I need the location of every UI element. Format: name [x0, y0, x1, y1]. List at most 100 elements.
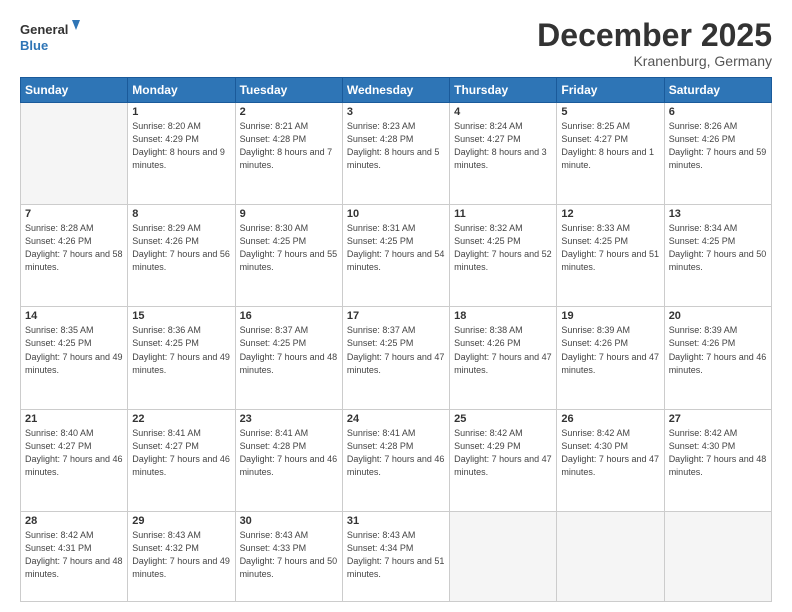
- table-row: 26 Sunrise: 8:42 AMSunset: 4:30 PMDaylig…: [557, 409, 664, 511]
- day-number: 5: [561, 106, 659, 118]
- day-info: Sunrise: 8:38 AMSunset: 4:26 PMDaylight:…: [454, 324, 552, 376]
- page: General Blue December 2025 Kranenburg, G…: [0, 0, 792, 612]
- day-info: Sunrise: 8:37 AMSunset: 4:25 PMDaylight:…: [240, 324, 338, 376]
- day-number: 3: [347, 106, 445, 118]
- logo-svg: General Blue: [20, 18, 80, 56]
- day-info: Sunrise: 8:42 AMSunset: 4:30 PMDaylight:…: [561, 427, 659, 479]
- title-block: December 2025 Kranenburg, Germany: [537, 18, 772, 69]
- day-info: Sunrise: 8:37 AMSunset: 4:25 PMDaylight:…: [347, 324, 445, 376]
- day-info: Sunrise: 8:42 AMSunset: 4:30 PMDaylight:…: [669, 427, 767, 479]
- table-row: 16 Sunrise: 8:37 AMSunset: 4:25 PMDaylig…: [235, 307, 342, 409]
- day-number: 31: [347, 515, 445, 527]
- month-title: December 2025: [537, 18, 772, 53]
- day-info: Sunrise: 8:43 AMSunset: 4:32 PMDaylight:…: [132, 529, 230, 581]
- day-info: Sunrise: 8:23 AMSunset: 4:28 PMDaylight:…: [347, 120, 445, 172]
- table-row: [450, 511, 557, 601]
- day-number: 4: [454, 106, 552, 118]
- day-number: 7: [25, 208, 123, 220]
- day-info: Sunrise: 8:41 AMSunset: 4:28 PMDaylight:…: [240, 427, 338, 479]
- day-info: Sunrise: 8:42 AMSunset: 4:29 PMDaylight:…: [454, 427, 552, 479]
- day-info: Sunrise: 8:43 AMSunset: 4:34 PMDaylight:…: [347, 529, 445, 581]
- day-info: Sunrise: 8:36 AMSunset: 4:25 PMDaylight:…: [132, 324, 230, 376]
- table-row: 19 Sunrise: 8:39 AMSunset: 4:26 PMDaylig…: [557, 307, 664, 409]
- table-row: 6 Sunrise: 8:26 AMSunset: 4:26 PMDayligh…: [664, 103, 771, 205]
- day-info: Sunrise: 8:40 AMSunset: 4:27 PMDaylight:…: [25, 427, 123, 479]
- day-info: Sunrise: 8:26 AMSunset: 4:26 PMDaylight:…: [669, 120, 767, 172]
- table-row: 28 Sunrise: 8:42 AMSunset: 4:31 PMDaylig…: [21, 511, 128, 601]
- day-info: Sunrise: 8:25 AMSunset: 4:27 PMDaylight:…: [561, 120, 659, 172]
- table-row: 31 Sunrise: 8:43 AMSunset: 4:34 PMDaylig…: [342, 511, 449, 601]
- col-saturday: Saturday: [664, 78, 771, 103]
- table-row: 14 Sunrise: 8:35 AMSunset: 4:25 PMDaylig…: [21, 307, 128, 409]
- day-number: 14: [25, 310, 123, 322]
- table-row: 18 Sunrise: 8:38 AMSunset: 4:26 PMDaylig…: [450, 307, 557, 409]
- day-info: Sunrise: 8:41 AMSunset: 4:28 PMDaylight:…: [347, 427, 445, 479]
- day-number: 15: [132, 310, 230, 322]
- day-number: 12: [561, 208, 659, 220]
- col-friday: Friday: [557, 78, 664, 103]
- svg-text:General: General: [20, 22, 68, 37]
- table-row: 21 Sunrise: 8:40 AMSunset: 4:27 PMDaylig…: [21, 409, 128, 511]
- day-info: Sunrise: 8:33 AMSunset: 4:25 PMDaylight:…: [561, 222, 659, 274]
- table-row: 7 Sunrise: 8:28 AMSunset: 4:26 PMDayligh…: [21, 205, 128, 307]
- col-tuesday: Tuesday: [235, 78, 342, 103]
- day-number: 6: [669, 106, 767, 118]
- table-row: 4 Sunrise: 8:24 AMSunset: 4:27 PMDayligh…: [450, 103, 557, 205]
- table-row: 24 Sunrise: 8:41 AMSunset: 4:28 PMDaylig…: [342, 409, 449, 511]
- day-number: 10: [347, 208, 445, 220]
- day-number: 27: [669, 413, 767, 425]
- day-number: 24: [347, 413, 445, 425]
- table-row: 1 Sunrise: 8:20 AMSunset: 4:29 PMDayligh…: [128, 103, 235, 205]
- day-number: 9: [240, 208, 338, 220]
- table-row: 17 Sunrise: 8:37 AMSunset: 4:25 PMDaylig…: [342, 307, 449, 409]
- day-number: 1: [132, 106, 230, 118]
- day-info: Sunrise: 8:43 AMSunset: 4:33 PMDaylight:…: [240, 529, 338, 581]
- table-row: 22 Sunrise: 8:41 AMSunset: 4:27 PMDaylig…: [128, 409, 235, 511]
- day-info: Sunrise: 8:28 AMSunset: 4:26 PMDaylight:…: [25, 222, 123, 274]
- table-row: 23 Sunrise: 8:41 AMSunset: 4:28 PMDaylig…: [235, 409, 342, 511]
- day-info: Sunrise: 8:39 AMSunset: 4:26 PMDaylight:…: [561, 324, 659, 376]
- table-row: 9 Sunrise: 8:30 AMSunset: 4:25 PMDayligh…: [235, 205, 342, 307]
- table-row: 30 Sunrise: 8:43 AMSunset: 4:33 PMDaylig…: [235, 511, 342, 601]
- day-number: 23: [240, 413, 338, 425]
- header-row: Sunday Monday Tuesday Wednesday Thursday…: [21, 78, 772, 103]
- col-monday: Monday: [128, 78, 235, 103]
- day-number: 22: [132, 413, 230, 425]
- table-row: 5 Sunrise: 8:25 AMSunset: 4:27 PMDayligh…: [557, 103, 664, 205]
- table-row: [557, 511, 664, 601]
- day-info: Sunrise: 8:35 AMSunset: 4:25 PMDaylight:…: [25, 324, 123, 376]
- day-number: 2: [240, 106, 338, 118]
- day-number: 29: [132, 515, 230, 527]
- day-number: 16: [240, 310, 338, 322]
- table-row: [21, 103, 128, 205]
- day-info: Sunrise: 8:29 AMSunset: 4:26 PMDaylight:…: [132, 222, 230, 274]
- day-info: Sunrise: 8:30 AMSunset: 4:25 PMDaylight:…: [240, 222, 338, 274]
- day-number: 17: [347, 310, 445, 322]
- header: General Blue December 2025 Kranenburg, G…: [20, 18, 772, 69]
- table-row: 15 Sunrise: 8:36 AMSunset: 4:25 PMDaylig…: [128, 307, 235, 409]
- table-row: 3 Sunrise: 8:23 AMSunset: 4:28 PMDayligh…: [342, 103, 449, 205]
- day-info: Sunrise: 8:31 AMSunset: 4:25 PMDaylight:…: [347, 222, 445, 274]
- table-row: 8 Sunrise: 8:29 AMSunset: 4:26 PMDayligh…: [128, 205, 235, 307]
- table-row: 25 Sunrise: 8:42 AMSunset: 4:29 PMDaylig…: [450, 409, 557, 511]
- day-number: 18: [454, 310, 552, 322]
- table-row: [664, 511, 771, 601]
- table-row: 12 Sunrise: 8:33 AMSunset: 4:25 PMDaylig…: [557, 205, 664, 307]
- svg-text:Blue: Blue: [20, 38, 48, 53]
- table-row: 13 Sunrise: 8:34 AMSunset: 4:25 PMDaylig…: [664, 205, 771, 307]
- logo: General Blue: [20, 18, 80, 56]
- day-info: Sunrise: 8:24 AMSunset: 4:27 PMDaylight:…: [454, 120, 552, 172]
- day-info: Sunrise: 8:39 AMSunset: 4:26 PMDaylight:…: [669, 324, 767, 376]
- day-info: Sunrise: 8:32 AMSunset: 4:25 PMDaylight:…: [454, 222, 552, 274]
- day-info: Sunrise: 8:34 AMSunset: 4:25 PMDaylight:…: [669, 222, 767, 274]
- day-info: Sunrise: 8:20 AMSunset: 4:29 PMDaylight:…: [132, 120, 230, 172]
- col-thursday: Thursday: [450, 78, 557, 103]
- day-number: 20: [669, 310, 767, 322]
- day-info: Sunrise: 8:41 AMSunset: 4:27 PMDaylight:…: [132, 427, 230, 479]
- location: Kranenburg, Germany: [537, 53, 772, 69]
- col-wednesday: Wednesday: [342, 78, 449, 103]
- day-number: 25: [454, 413, 552, 425]
- day-number: 13: [669, 208, 767, 220]
- table-row: 2 Sunrise: 8:21 AMSunset: 4:28 PMDayligh…: [235, 103, 342, 205]
- day-number: 8: [132, 208, 230, 220]
